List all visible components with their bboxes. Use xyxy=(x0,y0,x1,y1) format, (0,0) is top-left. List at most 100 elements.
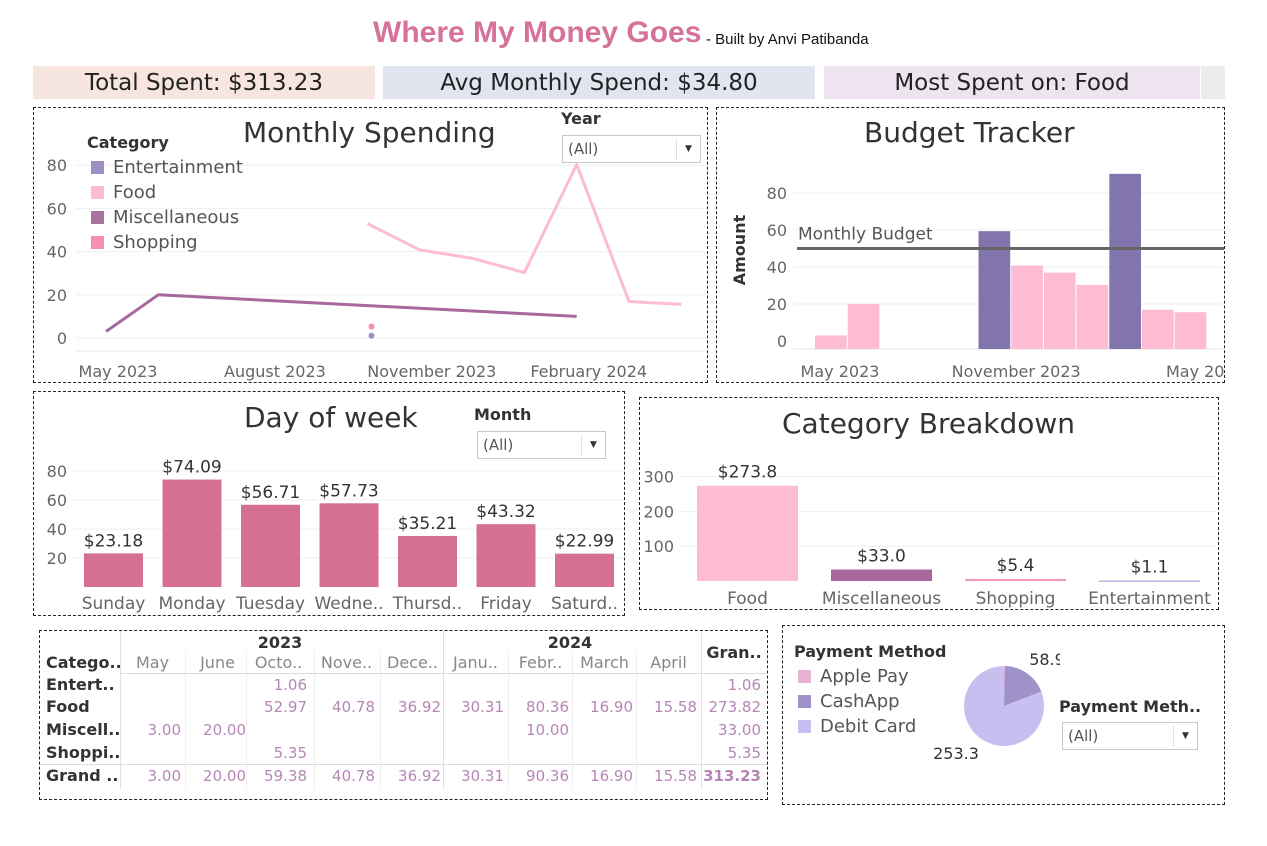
row-label: Miscell.. xyxy=(46,720,121,739)
row-total-cell: 313.23 xyxy=(703,767,761,785)
legend-swatch xyxy=(798,670,811,683)
x-tick-label: Sunday xyxy=(82,594,146,614)
table-cell: 90.36 xyxy=(526,767,569,785)
x-tick-label: August 2023 xyxy=(224,362,326,381)
month-header: Febr.. xyxy=(518,653,563,672)
table-cell: 3.00 xyxy=(147,721,181,739)
x-tick-label: Saturd.. xyxy=(551,594,618,614)
category-breakdown-chart: 100 200 300 $273.8 Food $33.0 Miscellaneous $5.… xyxy=(643,463,1216,609)
budget-tracker-chart: 0 20 40 60 80 Amount Monthly Budget May 2023 Nov… xyxy=(730,173,1224,381)
series-point-entertainment xyxy=(368,332,375,339)
x-tick-label: Tuesday xyxy=(235,594,305,614)
month-header: Janu.. xyxy=(453,653,498,672)
table-cell: 15.58 xyxy=(654,767,697,785)
category-bar xyxy=(965,579,1066,581)
legend-item-shopping[interactable]: Shopping xyxy=(91,232,198,253)
legend-swatch xyxy=(798,720,811,733)
legend-swatch xyxy=(91,186,104,199)
row-label: Food xyxy=(46,697,90,716)
y-tick-label: 60 xyxy=(47,199,67,218)
payment-filter-value: (All) xyxy=(1068,727,1099,745)
day-bar xyxy=(476,524,536,587)
category-bar xyxy=(1099,580,1200,582)
chevron-down-icon: ▼ xyxy=(1173,726,1197,747)
legend-label: Shopping xyxy=(113,232,198,253)
legend-item-apple-pay[interactable]: Apple Pay xyxy=(798,666,909,687)
table-cell: 16.90 xyxy=(590,767,633,785)
dashboard-title: Where My Money Goes xyxy=(373,16,702,49)
legend-item-food[interactable]: Food xyxy=(91,182,156,203)
table-cell: 36.92 xyxy=(398,698,441,716)
table-cell: 30.31 xyxy=(461,698,504,716)
x-tick-label: Monday xyxy=(158,594,225,614)
y-tick-label: 60 xyxy=(47,491,67,510)
bar-value-label: $56.71 xyxy=(241,483,300,503)
table-cell: 20.00 xyxy=(203,767,246,785)
y-tick-label: 60 xyxy=(767,221,787,240)
legend-label: Debit Card xyxy=(820,716,917,737)
x-tick-label: May 2024 xyxy=(1166,362,1224,381)
row-total-cell: 1.06 xyxy=(727,676,761,694)
month-header: Nove.. xyxy=(320,653,373,672)
x-tick-label: May 2023 xyxy=(801,362,880,381)
day-bar xyxy=(319,503,379,587)
budget-bar xyxy=(1174,312,1207,349)
series-point-shopping xyxy=(368,323,375,330)
x-tick-label: Friday xyxy=(480,594,532,614)
row-header: Catego.. xyxy=(46,653,122,672)
y-axis-label: Amount xyxy=(730,214,749,285)
table-cell: 36.92 xyxy=(398,767,441,785)
day-bar xyxy=(398,535,457,587)
table-cell: 3.00 xyxy=(147,767,181,785)
x-tick-label: Food xyxy=(727,589,768,609)
y-tick-label: 20 xyxy=(767,295,787,314)
y-tick-label: 80 xyxy=(47,156,67,175)
y-tick-label: 40 xyxy=(47,520,67,539)
payment-method-pie-chart: 58.9 253.3 xyxy=(933,650,1060,763)
spending-crosstab-table: 2023 2024 May June Octo.. Nove.. Dece.. Janu.. F… xyxy=(40,631,767,799)
grand-total-header: Gran.. xyxy=(706,643,762,662)
bar-value-label: $1.1 xyxy=(1131,558,1169,578)
bar-value-label: $5.4 xyxy=(997,556,1035,576)
table-cell: 10.00 xyxy=(526,721,569,739)
budget-bar xyxy=(1043,272,1076,349)
bar-value-label: $74.09 xyxy=(162,458,221,478)
payment-filter-label: Payment Meth.. xyxy=(1059,697,1202,716)
budget-bar xyxy=(1109,173,1141,349)
y-tick-label: 100 xyxy=(643,537,674,556)
category-bar xyxy=(831,569,932,581)
kpi-avg-monthly-spend: Avg Monthly Spend: $34.80 xyxy=(383,66,815,99)
legend-label: CashApp xyxy=(820,691,900,712)
legend-swatch xyxy=(91,236,104,249)
dashboard-subtitle: - Built by Anvi Patibanda xyxy=(706,31,869,48)
row-label: Grand .. xyxy=(46,766,119,785)
kpi-total-spent: Total Spent: $313.23 xyxy=(33,66,375,99)
bar-value-label: $35.21 xyxy=(398,514,457,534)
table-cell: 80.36 xyxy=(526,698,569,716)
bar-value-label: $57.73 xyxy=(319,481,378,501)
table-divider xyxy=(40,764,767,765)
x-tick-label: Entertainment xyxy=(1088,589,1211,609)
y-tick-label: 40 xyxy=(47,243,67,262)
legend-item-entertainment[interactable]: Entertainment xyxy=(91,157,243,178)
table-cell: 1.06 xyxy=(273,676,307,694)
y-tick-label: 300 xyxy=(643,468,674,487)
category-legend-title: Category xyxy=(87,133,169,152)
legend-item-miscellaneous[interactable]: Miscellaneous xyxy=(91,207,239,228)
legend-item-cashapp[interactable]: CashApp xyxy=(798,691,900,712)
legend-label: Miscellaneous xyxy=(113,207,240,228)
bar-value-label: $23.18 xyxy=(84,531,143,551)
x-tick-label: May 2023 xyxy=(79,362,158,381)
legend-swatch xyxy=(91,161,104,174)
y-tick-label: 0 xyxy=(57,329,67,348)
month-header: June xyxy=(200,653,235,672)
payment-filter-dropdown[interactable]: (All) ▼ xyxy=(1062,722,1198,750)
bar-value-label: $33.0 xyxy=(857,547,906,567)
month-header: Dece.. xyxy=(387,653,438,672)
table-cell: 20.00 xyxy=(203,721,246,739)
table-cell: 15.58 xyxy=(654,698,697,716)
legend-item-debit-card[interactable]: Debit Card xyxy=(798,716,916,737)
table-cell: 40.78 xyxy=(332,767,375,785)
table-cell: 16.90 xyxy=(590,698,633,716)
year-header: 2023 xyxy=(257,633,303,652)
